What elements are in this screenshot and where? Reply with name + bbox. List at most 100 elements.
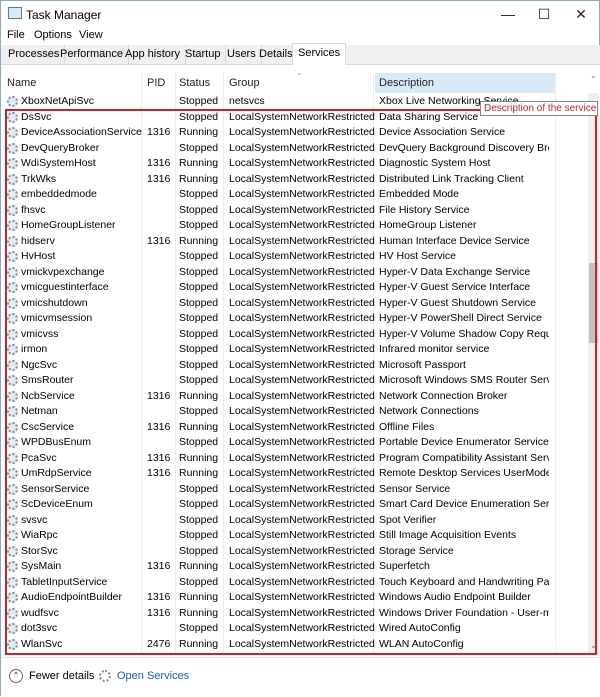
table-row[interactable]: vmicvmsession Stopped LocalSystemNetworkRe… — [1, 311, 587, 327]
tooltip: Description of the service — [480, 101, 598, 116]
service-gear-icon — [7, 111, 18, 123]
table-row[interactable]: Netman Stopped LocalSystemNetworkRestricte… — [1, 404, 587, 420]
table-row[interactable]: vmicvss Stopped LocalSystemNetworkRestrict… — [1, 327, 587, 343]
cell-group: LocalSystemNetworkRestricted — [229, 436, 375, 448]
cell-status: Stopped — [179, 95, 219, 107]
tab-performance[interactable]: Performance — [55, 45, 129, 65]
table-row[interactable]: CscService 1316 Running LocalSystemNetworkR… — [1, 420, 587, 436]
table-row[interactable]: DeviceAssociationService 1316 Running Local… — [1, 125, 587, 141]
table-row[interactable]: WlanSvc 2476 Running LocalSystemNetworkRest… — [1, 637, 587, 653]
table-row[interactable]: vmicguestinterface Stopped LocalSystemNetw… — [1, 280, 587, 296]
fewer-details-button[interactable]: Fewer details — [29, 670, 94, 682]
cell-name: XboxNetApiSvc — [21, 95, 94, 107]
cell-name: DsSvc — [21, 110, 52, 123]
table-row[interactable]: vmicshutdown Stopped LocalSystemNetworkRes… — [1, 296, 587, 312]
tab-services[interactable]: Services — [292, 43, 347, 66]
table-row[interactable]: SmsRouter Stopped LocalSystemNetworkRestri… — [1, 373, 587, 389]
table-row[interactable]: StorSvc Stopped LocalSystemNetworkRestrict… — [1, 544, 587, 560]
cell-description: Sensor Service — [379, 482, 451, 495]
menu-file[interactable]: File — [7, 29, 25, 41]
menu-view[interactable]: View — [79, 29, 103, 41]
cell-status: Stopped — [179, 250, 219, 262]
cell-name: wudfsvc — [21, 606, 59, 619]
cell-name: dot3svc — [21, 622, 58, 634]
cell-pid: 1316 — [147, 451, 171, 464]
cell-status: Running — [179, 234, 219, 247]
table-row[interactable]: TrkWks 1316 Running LocalSystemNetworkRestr… — [1, 172, 587, 188]
cell-name: ScDeviceEnum — [21, 498, 93, 510]
cell-status: Stopped — [179, 622, 219, 634]
cell-description: Storage Service — [379, 544, 454, 557]
table-row[interactable]: PcaSvc 1316 Running LocalSystemNetworkRestr… — [1, 451, 587, 467]
cell-description: HV Host Service — [379, 250, 457, 262]
table-row[interactable]: AudioEndpointBuilder 1316 Running LocalSyst… — [1, 590, 587, 606]
open-services-link[interactable]: Open Services — [117, 670, 189, 682]
cell-status: Stopped — [179, 265, 219, 278]
cell-group: LocalSystemNetworkRestricted — [229, 513, 375, 526]
table-row[interactable]: HomeGroupListener Stopped LocalSystemNetwo… — [1, 218, 587, 234]
service-gear-icon — [7, 251, 18, 262]
scroll-up-icon[interactable]: ⌃ — [588, 75, 599, 84]
cell-description: Diagnostic System Host — [379, 157, 491, 169]
cell-group: LocalSystemNetworkRestricted — [229, 467, 375, 479]
table-row[interactable]: SensorService Stopped LocalSystemNetworkRe… — [1, 482, 587, 498]
cell-name: StorSvc — [21, 544, 58, 557]
column-header-description[interactable]: Description — [379, 75, 434, 93]
table-row[interactable]: svsvc Stopped LocalSystemNetworkRestricted… — [1, 513, 587, 529]
vertical-scrollbar[interactable]: ⌃ ⌄ — [588, 75, 599, 653]
table-row[interactable]: SysMain 1316 Running LocalSystemNetworkRest… — [1, 559, 587, 575]
cell-description: Still Image Acquisition Events — [379, 529, 517, 541]
cell-status: Stopped — [179, 529, 219, 541]
cell-pid: 1316 — [147, 560, 171, 572]
close-button[interactable]: ✕ — [566, 3, 596, 25]
table-row[interactable]: WiaRpc Stopped LocalSystemNetworkRestricte… — [1, 528, 587, 544]
column-header-pid[interactable]: PID — [147, 75, 165, 93]
cell-description: HomeGroup Listener — [379, 219, 477, 231]
scrollbar-thumb[interactable] — [589, 263, 598, 343]
cell-group: LocalSystemNetworkRestricted — [229, 343, 375, 355]
table-row[interactable]: TabletInputService Stopped LocalSystemNetw… — [1, 575, 587, 591]
table-row[interactable]: irmon Stopped LocalSystemNetworkRestricted… — [1, 342, 587, 358]
table-row[interactable]: WPDBusEnum Stopped LocalSystemNetworkRestr… — [1, 435, 587, 451]
table-row[interactable]: NgcSvc Stopped LocalSystemNetworkRestricte… — [1, 358, 587, 374]
tab-app-history[interactable]: App history — [120, 45, 187, 65]
sort-chevron-icon: ⌄ — [296, 68, 303, 77]
chevron-up-icon[interactable]: ⌃ — [9, 669, 23, 683]
maximize-button[interactable]: ☐ — [529, 3, 559, 25]
table-row[interactable]: dot3svc Stopped LocalSystemNetworkRestrict… — [1, 621, 587, 637]
column-header-name[interactable]: Name — [7, 75, 36, 93]
cell-group: LocalSystemNetworkRestricted — [229, 374, 375, 386]
cell-group: LocalSystemNetworkRestricted — [229, 296, 375, 309]
cell-status: Running — [179, 560, 219, 572]
table-row[interactable]: embeddedmode Stopped LocalSystemNetworkRes… — [1, 187, 587, 203]
table-row[interactable]: ScDeviceEnum Stopped LocalSystemNetworkRes… — [1, 497, 587, 513]
cell-status: Running — [179, 606, 219, 619]
table-row[interactable]: HvHost Stopped LocalSystemNetworkRestricte… — [1, 249, 587, 265]
minimize-button[interactable]: — — [493, 3, 523, 25]
cell-description: Hyper-V Data Exchange Service — [379, 265, 531, 278]
cell-group: LocalSystemNetworkRestricted — [229, 327, 375, 340]
cell-group: LocalSystemNetworkRestricted — [229, 265, 375, 278]
table-row[interactable]: vmickvpexchange Stopped LocalSystemNetwork… — [1, 265, 587, 281]
cell-status: Stopped — [179, 343, 219, 355]
table-row[interactable]: WdiSystemHost 1316 Running LocalSystemNetwo… — [1, 156, 587, 172]
cell-pid: 2476 — [147, 637, 171, 650]
cell-name: WiaRpc — [21, 529, 58, 541]
service-gear-icon — [7, 530, 18, 541]
column-header-group[interactable]: Group — [229, 75, 260, 93]
table-row[interactable]: UmRdpService 1316 Running LocalSystemNetwor… — [1, 466, 587, 482]
cell-name: WlanSvc — [21, 637, 63, 650]
menu-options[interactable]: Options — [34, 29, 72, 41]
table-row[interactable]: hidserv 1316 Running LocalSystemNetworkRest… — [1, 234, 587, 250]
cell-group: LocalSystemNetworkRestricted — [229, 560, 375, 572]
table-row[interactable]: wudfsvc 1316 Running LocalSystemNetworkRest… — [1, 606, 587, 622]
cell-name: vmickvpexchange — [21, 265, 105, 278]
column-header-status[interactable]: Status — [179, 75, 210, 93]
table-row[interactable]: NcbService 1316 Running LocalSystemNetworkR… — [1, 389, 587, 405]
table-row[interactable]: DevQueryBroker Stopped LocalSystemNetworkR… — [1, 141, 587, 157]
cell-name: vmicvss — [21, 327, 59, 340]
scroll-down-icon[interactable]: ⌄ — [588, 641, 599, 650]
tab-startup[interactable]: Startup — [180, 45, 227, 65]
cell-description: Hyper-V Volume Shadow Copy Requ... — [379, 327, 549, 340]
table-row[interactable]: fhsvc Stopped LocalSystemNetworkRestricted… — [1, 203, 587, 219]
